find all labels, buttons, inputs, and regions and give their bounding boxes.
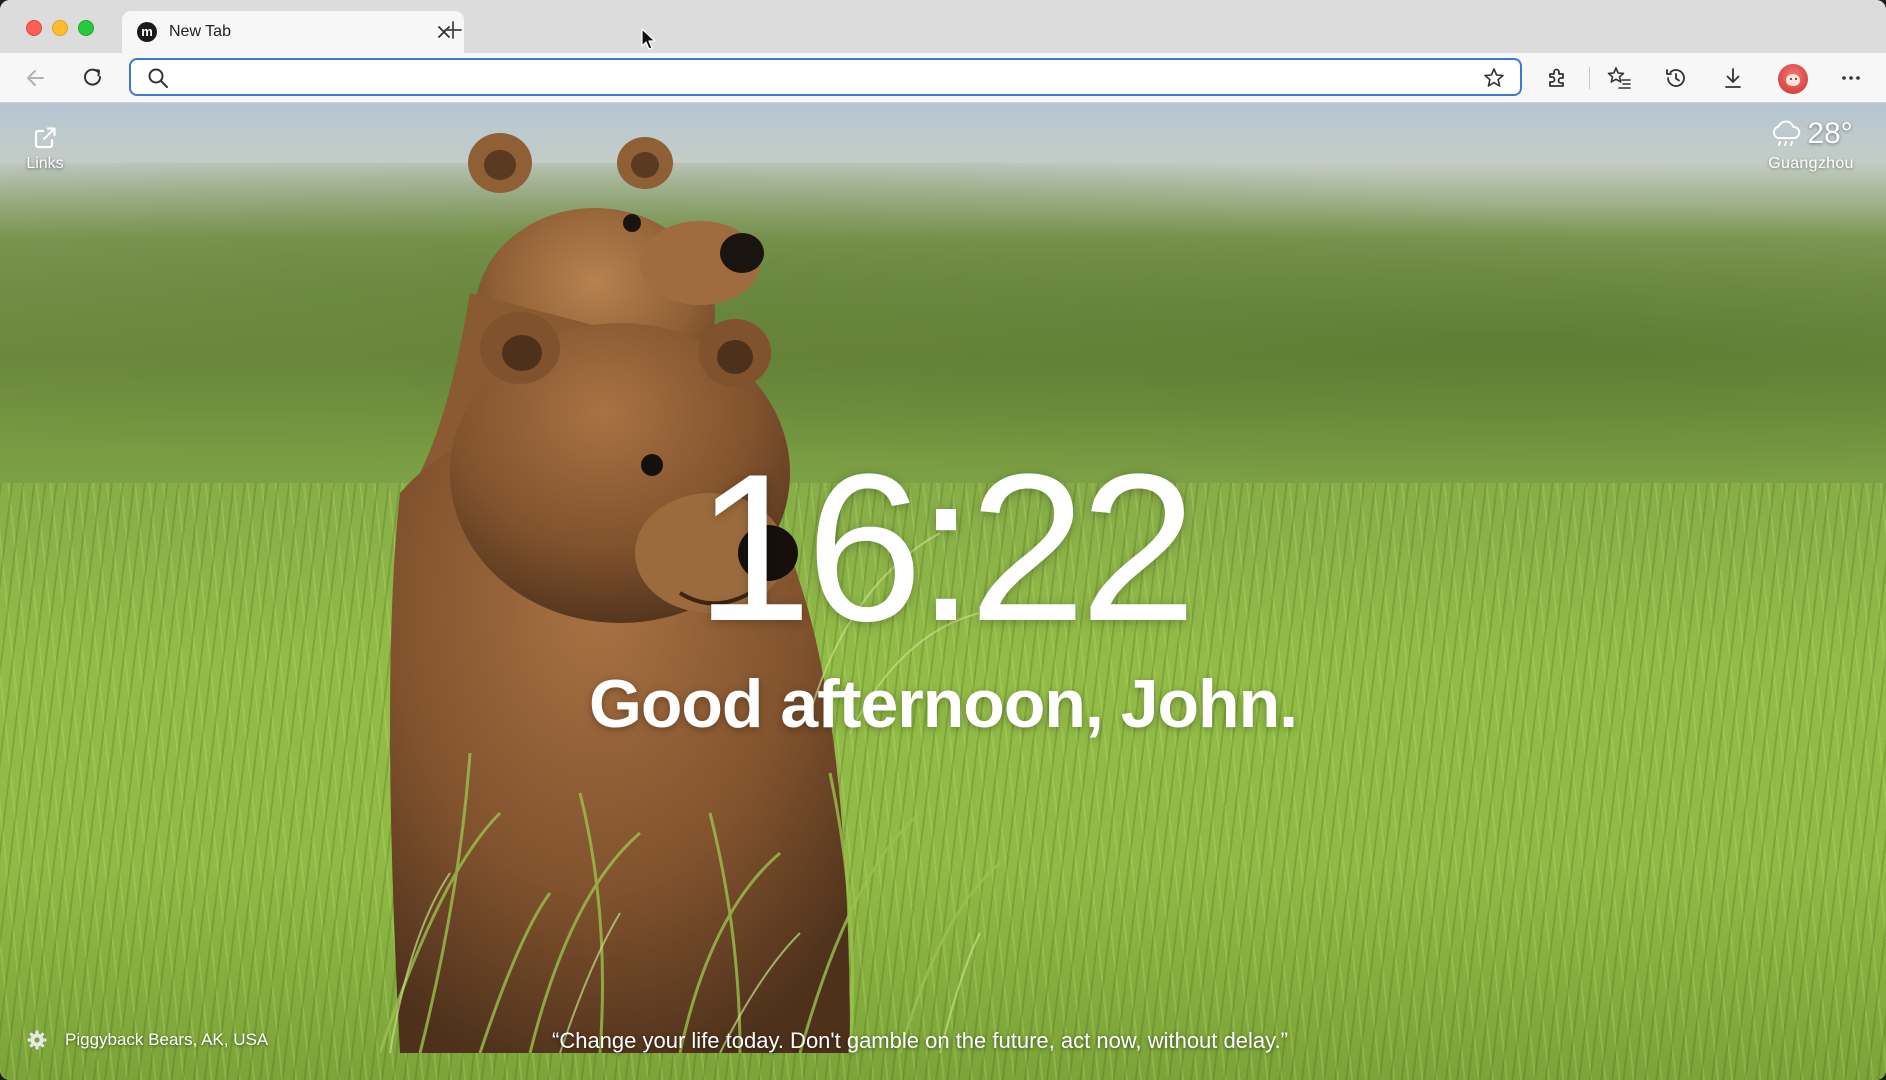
puzzle-icon[interactable] bbox=[1544, 65, 1570, 91]
window-close-button[interactable] bbox=[26, 20, 42, 36]
external-link-icon bbox=[34, 127, 56, 149]
photo-credit[interactable]: Piggyback Bears, AK, USA bbox=[65, 1030, 268, 1050]
tab-favicon-icon: m bbox=[137, 22, 157, 42]
download-icon[interactable] bbox=[1720, 65, 1746, 91]
new-tab-page: Links 28° Guangzhou 16:22 Good afternoon… bbox=[0, 103, 1886, 1080]
toolbar-divider bbox=[1589, 67, 1590, 89]
daily-quote: “Change your life today. Don't gamble on… bbox=[552, 1028, 1288, 1053]
weather-widget[interactable]: 28° Guangzhou bbox=[1756, 115, 1866, 173]
bottom-left-bar: Piggyback Bears, AK, USA bbox=[26, 1029, 268, 1051]
address-bar[interactable] bbox=[129, 58, 1522, 96]
gear-icon[interactable] bbox=[26, 1029, 48, 1051]
star-icon[interactable] bbox=[1482, 66, 1506, 90]
back-arrow-icon[interactable] bbox=[23, 65, 49, 91]
new-tab-plus-icon[interactable] bbox=[442, 19, 464, 41]
reload-icon[interactable] bbox=[80, 65, 106, 91]
browser-toolbar bbox=[0, 53, 1886, 103]
greeting: Good afternoon, John. bbox=[588, 666, 1298, 742]
links-label: Links bbox=[26, 155, 64, 172]
address-input[interactable] bbox=[181, 64, 1461, 90]
tab-title: New Tab bbox=[169, 23, 231, 40]
cloud-rain-icon bbox=[1773, 120, 1801, 146]
weather-temperature: 28° bbox=[1807, 117, 1853, 150]
links-widget[interactable]: Links bbox=[24, 123, 66, 173]
weather-city: Guangzhou bbox=[1768, 155, 1854, 172]
window-minimize-button[interactable] bbox=[52, 20, 68, 36]
history-icon[interactable] bbox=[1663, 65, 1689, 91]
tab-new-tab[interactable]: m New Tab bbox=[122, 11, 464, 53]
tab-strip: m New Tab bbox=[0, 0, 1886, 53]
search-icon bbox=[148, 68, 168, 88]
window-maximize-button[interactable] bbox=[78, 20, 94, 36]
ellipsis-icon[interactable] bbox=[1838, 65, 1864, 91]
browser-window: m New Tab Links 28° Guangzhou 16:22 Good… bbox=[0, 0, 1886, 1080]
clock: 16:22 bbox=[695, 430, 1197, 665]
mouse-cursor-icon bbox=[641, 28, 656, 50]
favorites-icon[interactable] bbox=[1606, 65, 1632, 91]
profile-avatar[interactable] bbox=[1778, 64, 1808, 94]
